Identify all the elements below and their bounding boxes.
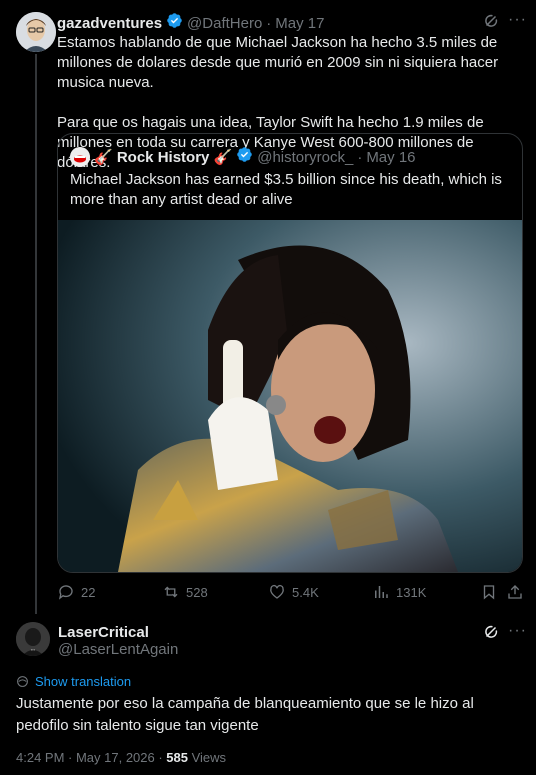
more-icon[interactable]: ··· <box>508 622 527 640</box>
tweet-text-p1: Estamos hablando de que Michael Jackson … <box>57 34 499 91</box>
quote-author-name[interactable]: 🎸 Rock History 🎸 <box>94 148 232 166</box>
repost-button[interactable]: 528 <box>162 583 208 601</box>
author-handle[interactable]: @DaftHero <box>187 15 262 32</box>
share-button[interactable] <box>506 583 524 601</box>
tweet-header: gazadventures @DaftHero · May 17 <box>57 12 325 34</box>
quote-date[interactable]: May 16 <box>366 149 415 166</box>
share-icon <box>508 585 522 599</box>
reply-views-label: Views <box>188 750 227 765</box>
reply-author-handle[interactable]: @LaserLentAgain <box>58 641 178 658</box>
reply-author-name[interactable]: LaserCritical <box>58 624 149 641</box>
reply-text: Justamente por eso la campaña de blanque… <box>16 695 474 734</box>
bookmark-icon <box>483 585 495 600</box>
reply-timestamp[interactable]: 4:24 PM · May 17, 2026 · <box>16 750 166 765</box>
show-translation[interactable]: Show translation <box>16 674 131 689</box>
bookmark-button[interactable] <box>480 583 498 601</box>
more-icon[interactable]: ··· <box>508 11 527 29</box>
reply-icon <box>58 585 73 600</box>
quote-header: 🎸 Rock History 🎸 @historyrock_ · May 16 <box>70 146 416 168</box>
verified-icon <box>166 12 183 34</box>
quote-avatar[interactable] <box>70 147 90 167</box>
thread-line <box>35 54 37 614</box>
reply-count: 22 <box>81 584 96 600</box>
views-icon <box>375 586 388 598</box>
dot-separator: · <box>266 14 272 32</box>
grok-icon[interactable] <box>482 12 500 35</box>
quote-text: Michael Jackson has earned $3.5 billion … <box>70 171 502 208</box>
like-icon <box>270 584 284 599</box>
reply-views-count: 585 <box>166 750 188 765</box>
like-button[interactable]: 5.4K <box>268 583 319 601</box>
author-avatar[interactable] <box>16 12 56 52</box>
reply-author-avatar[interactable]: ▪▪▪ <box>16 622 50 656</box>
show-translation-label[interactable]: Show translation <box>35 674 131 689</box>
like-count: 5.4K <box>292 584 319 600</box>
svg-text:▪▪▪: ▪▪▪ <box>31 647 36 652</box>
repost-icon <box>164 586 178 598</box>
reply-meta: 4:24 PM · May 17, 2026 · 585 Views <box>16 750 226 765</box>
grok-icon[interactable] <box>482 623 500 646</box>
quote-author-handle[interactable]: @historyrock_ <box>257 149 353 166</box>
translate-icon <box>17 676 28 687</box>
repost-count: 528 <box>186 584 208 600</box>
reply-button[interactable]: 22 <box>57 583 95 601</box>
verified-icon <box>236 146 253 168</box>
views-count: 131K <box>396 584 427 600</box>
author-name[interactable]: gazadventures <box>57 15 162 32</box>
quoted-tweet[interactable]: 🎸 Rock History 🎸 @historyrock_ · May 16 … <box>57 133 523 573</box>
views-button[interactable]: 131K <box>372 583 426 601</box>
tweet-date[interactable]: May 17 <box>275 15 324 32</box>
quote-photo[interactable] <box>58 220 522 572</box>
